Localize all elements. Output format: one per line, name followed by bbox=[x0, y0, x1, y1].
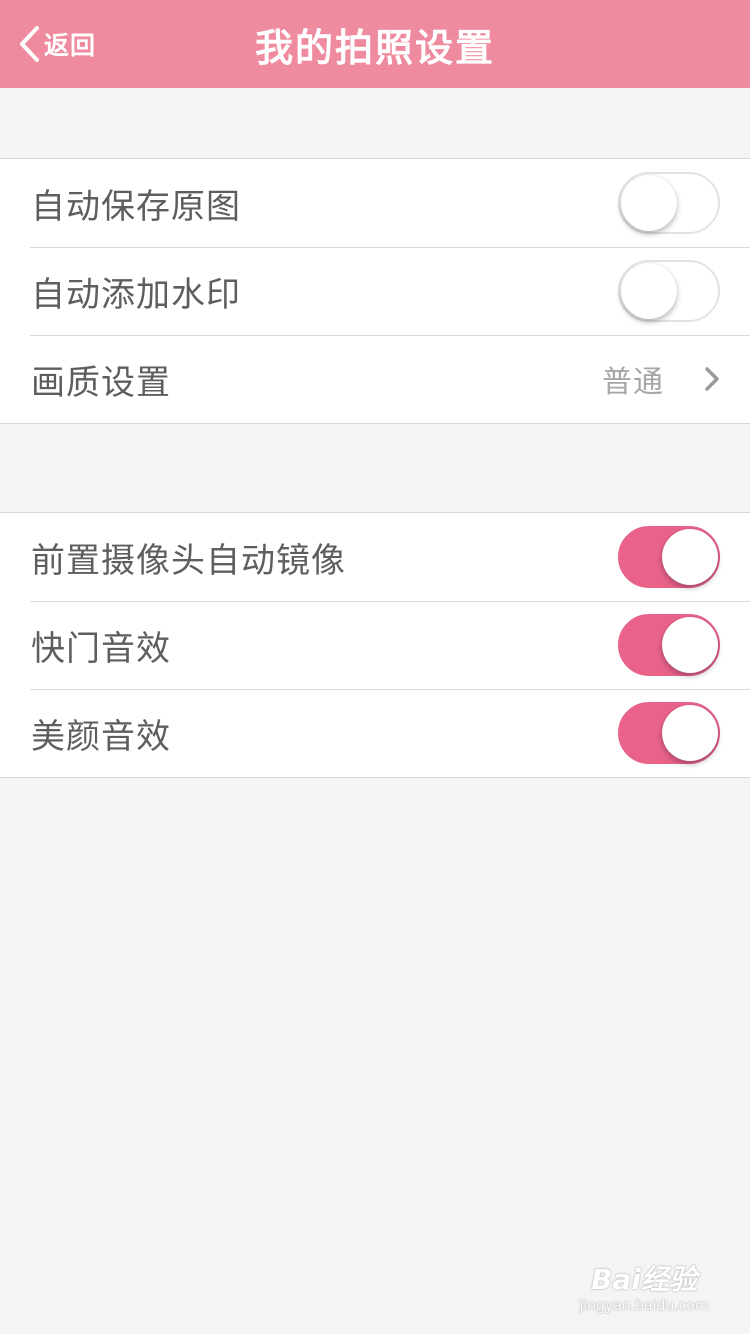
image-quality-value: 普通 bbox=[602, 365, 664, 400]
back-button[interactable]: 返回 bbox=[18, 0, 96, 88]
auto-save-original-row: 自动保存原图 bbox=[0, 159, 750, 247]
front-camera-mirror-toggle[interactable] bbox=[618, 526, 720, 588]
settings-group-basic: 自动保存原图 自动添加水印 画质设置 普通 bbox=[0, 158, 750, 424]
image-quality-label: 画质设置 bbox=[31, 362, 171, 403]
front-camera-mirror-label: 前置摄像头自动镜像 bbox=[31, 540, 346, 581]
shutter-sound-toggle[interactable] bbox=[618, 614, 720, 676]
chevron-left-icon bbox=[18, 26, 40, 62]
auto-watermark-label: 自动添加水印 bbox=[31, 274, 241, 315]
chevron-right-icon bbox=[704, 366, 720, 392]
toggle-knob bbox=[662, 617, 718, 673]
watermark-url: jingyan.baidu.com bbox=[579, 1298, 709, 1314]
toggle-knob bbox=[621, 263, 677, 319]
baidu-jingyan-watermark: Bai经验 jingyan.baidu.com bbox=[574, 1258, 714, 1320]
nav-bar: 返回 我的拍照设置 bbox=[0, 0, 750, 88]
beauty-sound-label: 美颜音效 bbox=[31, 716, 171, 757]
shutter-sound-label: 快门音效 bbox=[31, 628, 171, 669]
watermark-brand: Bai经验 bbox=[591, 1263, 697, 1296]
front-camera-mirror-row: 前置摄像头自动镜像 bbox=[0, 513, 750, 601]
back-label: 返回 bbox=[44, 31, 97, 60]
page-title: 我的拍照设置 bbox=[254, 25, 495, 70]
settings-group-sound: 前置摄像头自动镜像 快门音效 美颜音效 bbox=[0, 512, 750, 778]
auto-watermark-row: 自动添加水印 bbox=[0, 247, 750, 335]
toggle-knob bbox=[621, 175, 677, 231]
shutter-sound-row: 快门音效 bbox=[0, 601, 750, 689]
auto-save-original-label: 自动保存原图 bbox=[31, 186, 241, 227]
toggle-knob bbox=[662, 529, 718, 585]
beauty-sound-row: 美颜音效 bbox=[0, 689, 750, 777]
toggle-knob bbox=[662, 705, 718, 761]
beauty-sound-toggle[interactable] bbox=[618, 702, 720, 764]
auto-save-original-toggle[interactable] bbox=[618, 172, 720, 234]
image-quality-row[interactable]: 画质设置 普通 bbox=[0, 335, 750, 423]
auto-watermark-toggle[interactable] bbox=[618, 260, 720, 322]
